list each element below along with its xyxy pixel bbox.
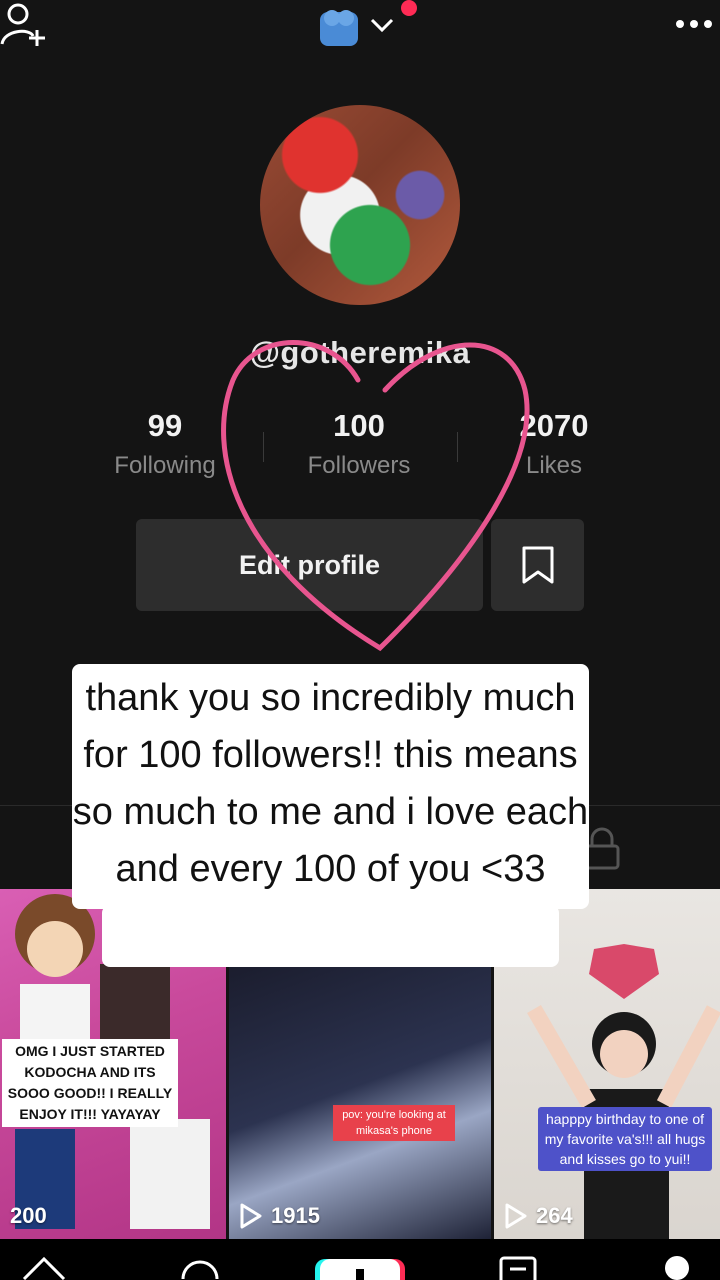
followers-count: 100	[333, 408, 385, 443]
view-count-value: 264	[536, 1203, 573, 1228]
video-tile[interactable]: pov: you're looking at mikasa's phone 19…	[229, 967, 491, 1239]
video-caption: pov: you're looking at mikasa's phone	[333, 1105, 455, 1141]
edit-profile-button[interactable]: Edit profile	[136, 519, 483, 611]
avatar[interactable]	[260, 105, 460, 305]
view-count-value: 200	[10, 1203, 47, 1228]
video-caption: OMG I JUST STARTED KODOCHA AND ITS SOOO …	[2, 1039, 178, 1127]
notification-dot	[401, 0, 417, 16]
play-icon	[240, 1203, 262, 1229]
home-icon[interactable]	[20, 1253, 68, 1280]
top-bar	[0, 0, 720, 60]
stat-followers[interactable]: 100 Followers	[269, 408, 449, 480]
likes-label: Likes	[525, 452, 583, 479]
person-plus-icon[interactable]	[0, 0, 50, 50]
stat-following[interactable]: 99 Following	[75, 408, 255, 480]
stat-likes[interactable]: 2070 Likes	[464, 408, 644, 480]
username: @gotheremika	[249, 335, 471, 370]
ellipsis-icon[interactable]	[674, 14, 714, 34]
stat-divider	[457, 432, 458, 462]
following-label: Following	[114, 452, 216, 479]
view-count: 264	[504, 1203, 573, 1229]
stat-divider	[263, 432, 264, 462]
caption-background	[102, 905, 559, 967]
likes-count: 2070	[519, 408, 589, 443]
inbox-icon[interactable]	[498, 1255, 538, 1280]
bottom-nav	[0, 1239, 720, 1280]
account-switch-icon[interactable]	[318, 4, 398, 48]
bookmark-button[interactable]	[491, 519, 584, 611]
view-count: 200	[10, 1203, 47, 1229]
create-button-icon[interactable]	[315, 1257, 405, 1280]
overlay-caption: thank you so incredibly much for 100 fol…	[72, 677, 589, 890]
view-count: 1915	[239, 1203, 320, 1229]
play-icon	[505, 1203, 527, 1229]
discover-icon[interactable]	[180, 1255, 220, 1280]
profile-nav-icon[interactable]	[662, 1255, 692, 1280]
following-count: 99	[147, 408, 183, 443]
followers-label: Followers	[307, 452, 411, 479]
view-count-value: 1915	[271, 1203, 320, 1228]
video-caption: happpy birthday to one of my favorite va…	[538, 1107, 712, 1171]
bookmark-icon	[522, 546, 553, 584]
